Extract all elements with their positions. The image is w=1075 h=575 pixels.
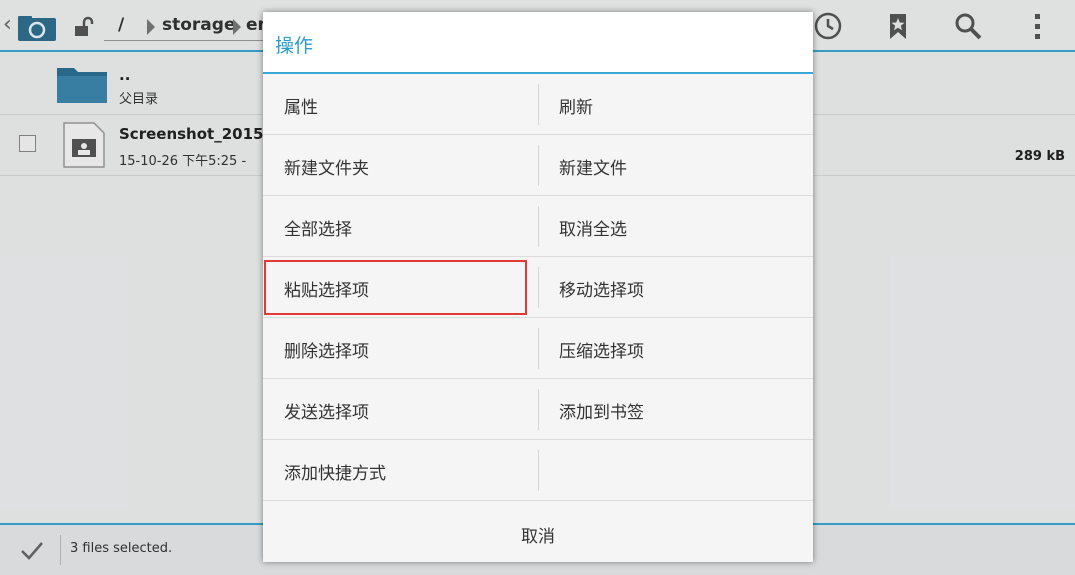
- cancel-label: 取消: [521, 527, 555, 547]
- actions-dialog: 操作 属性 刷新 新建文件夹 新建文件 全部选择 取消全选 粘贴选择项 移动选择…: [263, 12, 813, 562]
- dialog-header: 操作: [263, 12, 813, 74]
- menu-item-move-selection[interactable]: 移动选择项: [538, 257, 813, 318]
- column-divider: [538, 450, 539, 491]
- menu-item-add-bookmark[interactable]: 添加到书签: [538, 379, 813, 440]
- menu-item-label: 刷新: [559, 98, 593, 118]
- menu-item-select-all[interactable]: 全部选择: [263, 196, 538, 257]
- menu-item-label: 属性: [284, 98, 318, 118]
- menu-item-label: 新建文件: [559, 159, 627, 179]
- column-divider: [538, 145, 539, 186]
- menu-item-deselect-all[interactable]: 取消全选: [538, 196, 813, 257]
- menu-item-delete-selection[interactable]: 删除选择项: [263, 318, 538, 379]
- menu-item-label: 发送选择项: [284, 403, 369, 423]
- menu-item-label: 删除选择项: [284, 342, 369, 362]
- menu-item-empty: [538, 440, 813, 501]
- menu-item-label: 添加到书签: [559, 403, 644, 423]
- menu-item-compress-selection[interactable]: 压缩选择项: [538, 318, 813, 379]
- menu-item-new-folder[interactable]: 新建文件夹: [263, 135, 538, 196]
- menu-item-new-file[interactable]: 新建文件: [538, 135, 813, 196]
- menu-item-paste-selection[interactable]: 粘贴选择项: [263, 257, 538, 318]
- menu-item-add-shortcut[interactable]: 添加快捷方式: [263, 440, 538, 501]
- menu-item-label: 压缩选择项: [559, 342, 644, 362]
- menu-item-label: 粘贴选择项: [284, 281, 369, 301]
- menu-item-label: 全部选择: [284, 220, 352, 240]
- column-divider: [538, 389, 539, 430]
- menu-item-properties[interactable]: 属性: [263, 74, 538, 135]
- menu-item-label: 新建文件夹: [284, 159, 369, 179]
- menu-item-send-selection[interactable]: 发送选择项: [263, 379, 538, 440]
- cancel-button[interactable]: 取消: [263, 503, 813, 562]
- column-divider: [538, 84, 539, 125]
- menu-item-refresh[interactable]: 刷新: [538, 74, 813, 135]
- menu-item-label: 取消全选: [559, 220, 627, 240]
- menu-item-label: 移动选择项: [559, 281, 644, 301]
- column-divider: [538, 328, 539, 369]
- column-divider: [538, 267, 539, 308]
- dialog-title: 操作: [275, 35, 314, 57]
- actions-grid: 属性 刷新 新建文件夹 新建文件 全部选择 取消全选 粘贴选择项 移动选择项 删…: [263, 74, 813, 503]
- menu-item-label: 添加快捷方式: [284, 464, 386, 484]
- column-divider: [538, 206, 539, 247]
